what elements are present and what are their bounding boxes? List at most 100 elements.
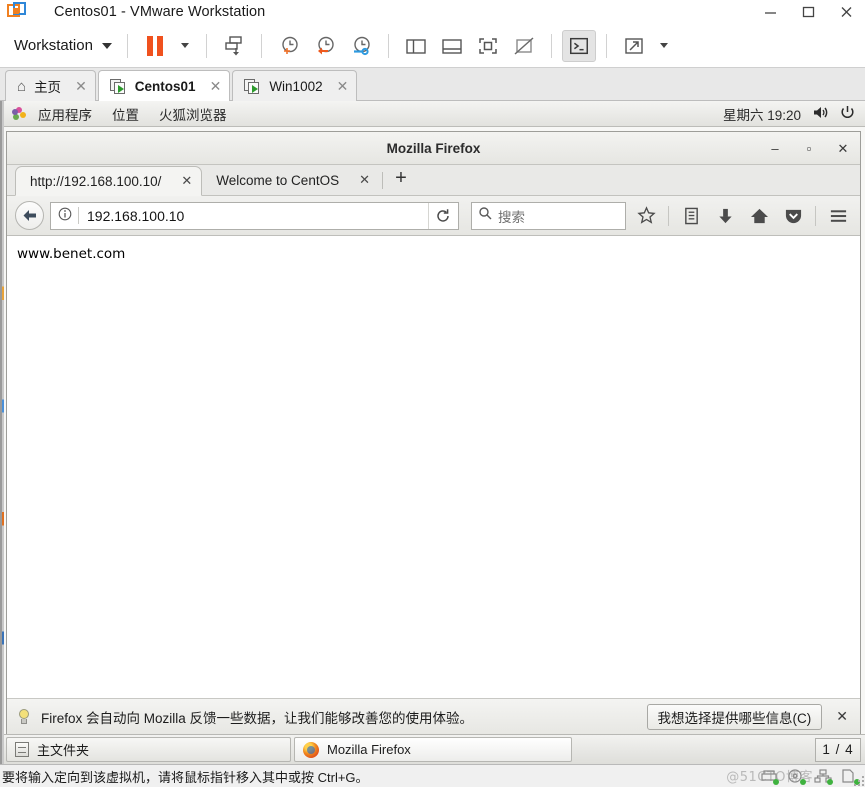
pocket-button[interactable] — [779, 201, 807, 231]
toolbar-divider — [260, 33, 262, 58]
menu-firefox[interactable]: 火狐浏览器 — [149, 104, 237, 124]
status-message: 要将输入定向到该虚拟机，请将鼠标指针移入其中或按 Ctrl+G。 — [2, 769, 369, 785]
menu-places[interactable]: 位置 — [102, 104, 149, 124]
firefox-title-bar: Mozilla Firefox ‒ ▫ ✕ — [7, 132, 860, 165]
power-icon[interactable] — [840, 105, 855, 123]
navbar-divider — [815, 205, 816, 226]
lightbulb-icon — [17, 708, 31, 725]
firefox-icon — [303, 741, 319, 758]
revert-snapshot-button[interactable] — [308, 30, 342, 62]
pause-icon — [146, 35, 163, 56]
chevron-down-icon — [101, 42, 112, 49]
vmware-window-controls — [751, 0, 865, 24]
network-device-icon[interactable] — [814, 768, 833, 785]
printer-device-icon[interactable] — [760, 769, 779, 785]
snapshot-button[interactable] — [217, 30, 251, 62]
vmware-minimize-button[interactable] — [751, 0, 789, 24]
address-bar-divider — [78, 207, 79, 224]
home-icon: ⌂ — [17, 77, 27, 95]
reload-button[interactable] — [428, 202, 456, 229]
downloads-icon — [718, 208, 732, 223]
home-icon — [750, 208, 768, 223]
firefox-navigation-toolbar: 192.168.100.10 搜索 — [7, 196, 860, 236]
unity-mode-button[interactable] — [561, 29, 596, 62]
show-thumbnail-bar-button[interactable] — [435, 30, 469, 62]
firefox-window-title: Mozilla Firefox — [386, 140, 481, 156]
tab-home[interactable]: ⌂ 主页 ✕ — [5, 70, 96, 101]
tab-centos01[interactable]: Centos01 ✕ — [97, 70, 231, 101]
taskbar-item-home-folder-label: 主文件夹 — [37, 743, 90, 758]
browser-tab-welcome[interactable]: Welcome to CentOS ✕ — [202, 165, 379, 195]
chevron-down-icon — [180, 43, 189, 48]
bookmark-star-icon — [636, 206, 656, 224]
take-snapshot-button[interactable] — [272, 30, 306, 62]
firefox-maximize-button[interactable]: ▫ — [802, 142, 816, 155]
volume-icon[interactable] — [812, 105, 829, 123]
taskbar-item-firefox-label: Mozilla Firefox — [327, 742, 411, 757]
taskbar-item-firefox[interactable]: Mozilla Firefox — [294, 737, 572, 762]
address-bar-input[interactable]: 192.168.100.10 — [87, 208, 428, 224]
tab-close-icon[interactable]: ✕ — [210, 79, 222, 93]
tab-close-icon[interactable]: ✕ — [337, 79, 349, 93]
workspace-switcher[interactable]: 1 / 4 — [815, 737, 861, 762]
bottom-panel-icon — [442, 38, 462, 54]
menu-hamburger-icon — [830, 209, 846, 222]
page-content-area[interactable]: www.benet.com — [7, 236, 860, 698]
tab-close-icon[interactable]: ✕ — [75, 79, 87, 93]
hide-console-view-button[interactable] — [507, 30, 541, 62]
tab-win1002-label: Win1002 — [269, 78, 323, 94]
toolbar-divider — [205, 33, 207, 58]
workstation-menu-button[interactable]: Workstation — [10, 34, 118, 57]
snapshot-manager-button[interactable] — [344, 30, 378, 62]
downloads-button[interactable] — [711, 201, 739, 231]
choose-what-to-share-button[interactable]: 我想选择提供哪些信息(C) — [646, 703, 823, 730]
cdrom-device-icon[interactable] — [787, 768, 806, 785]
status-device-icons — [760, 768, 861, 785]
show-console-view-button[interactable] — [471, 30, 505, 62]
taskbar-item-home-folder[interactable]: 主文件夹 — [6, 737, 291, 762]
vmware-title-bar: Centos01 - VMware Workstation — [0, 0, 865, 24]
enter-fullscreen-button[interactable] — [617, 30, 651, 62]
vm-console-screen[interactable]: 应用程序 位置 火狐浏览器 星期六 19:20 Mozilla Firefox … — [0, 101, 865, 764]
tab-close-icon[interactable]: ✕ — [181, 173, 192, 189]
firefox-close-button[interactable]: ✕ — [836, 142, 850, 155]
library-button[interactable] — [677, 201, 705, 231]
bookmark-star-button[interactable] — [632, 201, 660, 231]
fullscreen-dropdown-button[interactable] — [653, 30, 675, 62]
vmware-window-title: Centos01 - VMware Workstation — [54, 4, 266, 20]
search-bar[interactable]: 搜索 — [471, 201, 626, 230]
resize-grip[interactable] — [851, 773, 864, 786]
show-library-button[interactable] — [399, 30, 433, 62]
snapshot-icon — [225, 35, 242, 55]
notification-close-button[interactable]: ✕ — [832, 708, 852, 725]
firefox-minimize-button[interactable]: ‒ — [768, 142, 782, 155]
chevron-down-icon — [659, 43, 668, 48]
vmware-close-button[interactable] — [827, 0, 865, 24]
toolbar-divider — [126, 33, 128, 58]
new-tab-button[interactable]: + — [386, 165, 416, 195]
back-button[interactable] — [15, 201, 44, 230]
browser-tab-active[interactable]: http://192.168.100.10/ ✕ — [15, 166, 203, 196]
menu-button[interactable] — [824, 201, 852, 231]
search-input[interactable]: 搜索 — [498, 206, 525, 226]
info-circle-icon[interactable] — [58, 207, 72, 224]
clock-plus-icon — [282, 36, 298, 54]
tab-win1002[interactable]: Win1002 ✕ — [232, 70, 358, 101]
home-button[interactable] — [745, 201, 773, 231]
terminal-prompt-icon — [569, 37, 588, 54]
panel-clock[interactable]: 星期六 19:20 — [723, 104, 801, 124]
expand-arrows-icon — [625, 37, 643, 54]
suspend-button[interactable] — [138, 30, 172, 62]
address-bar[interactable]: 192.168.100.10 — [50, 201, 459, 230]
applications-icon — [12, 106, 26, 121]
page-body-text: www.benet.com — [17, 246, 126, 262]
power-dropdown-button[interactable] — [174, 30, 196, 62]
tab-centos01-label: Centos01 — [134, 78, 196, 94]
vmware-maximize-button[interactable] — [789, 0, 827, 24]
clock-wrench-icon — [353, 36, 370, 55]
menu-applications[interactable]: 应用程序 — [28, 104, 102, 124]
firefox-tab-bar: http://192.168.100.10/ ✕ Welcome to Cent… — [7, 165, 860, 196]
tab-close-icon[interactable]: ✕ — [359, 172, 370, 188]
vmware-status-bar: 要将输入定向到该虚拟机，请将鼠标指针移入其中或按 Ctrl+G。 @51CTO博… — [0, 764, 865, 787]
back-arrow-icon — [23, 210, 36, 221]
